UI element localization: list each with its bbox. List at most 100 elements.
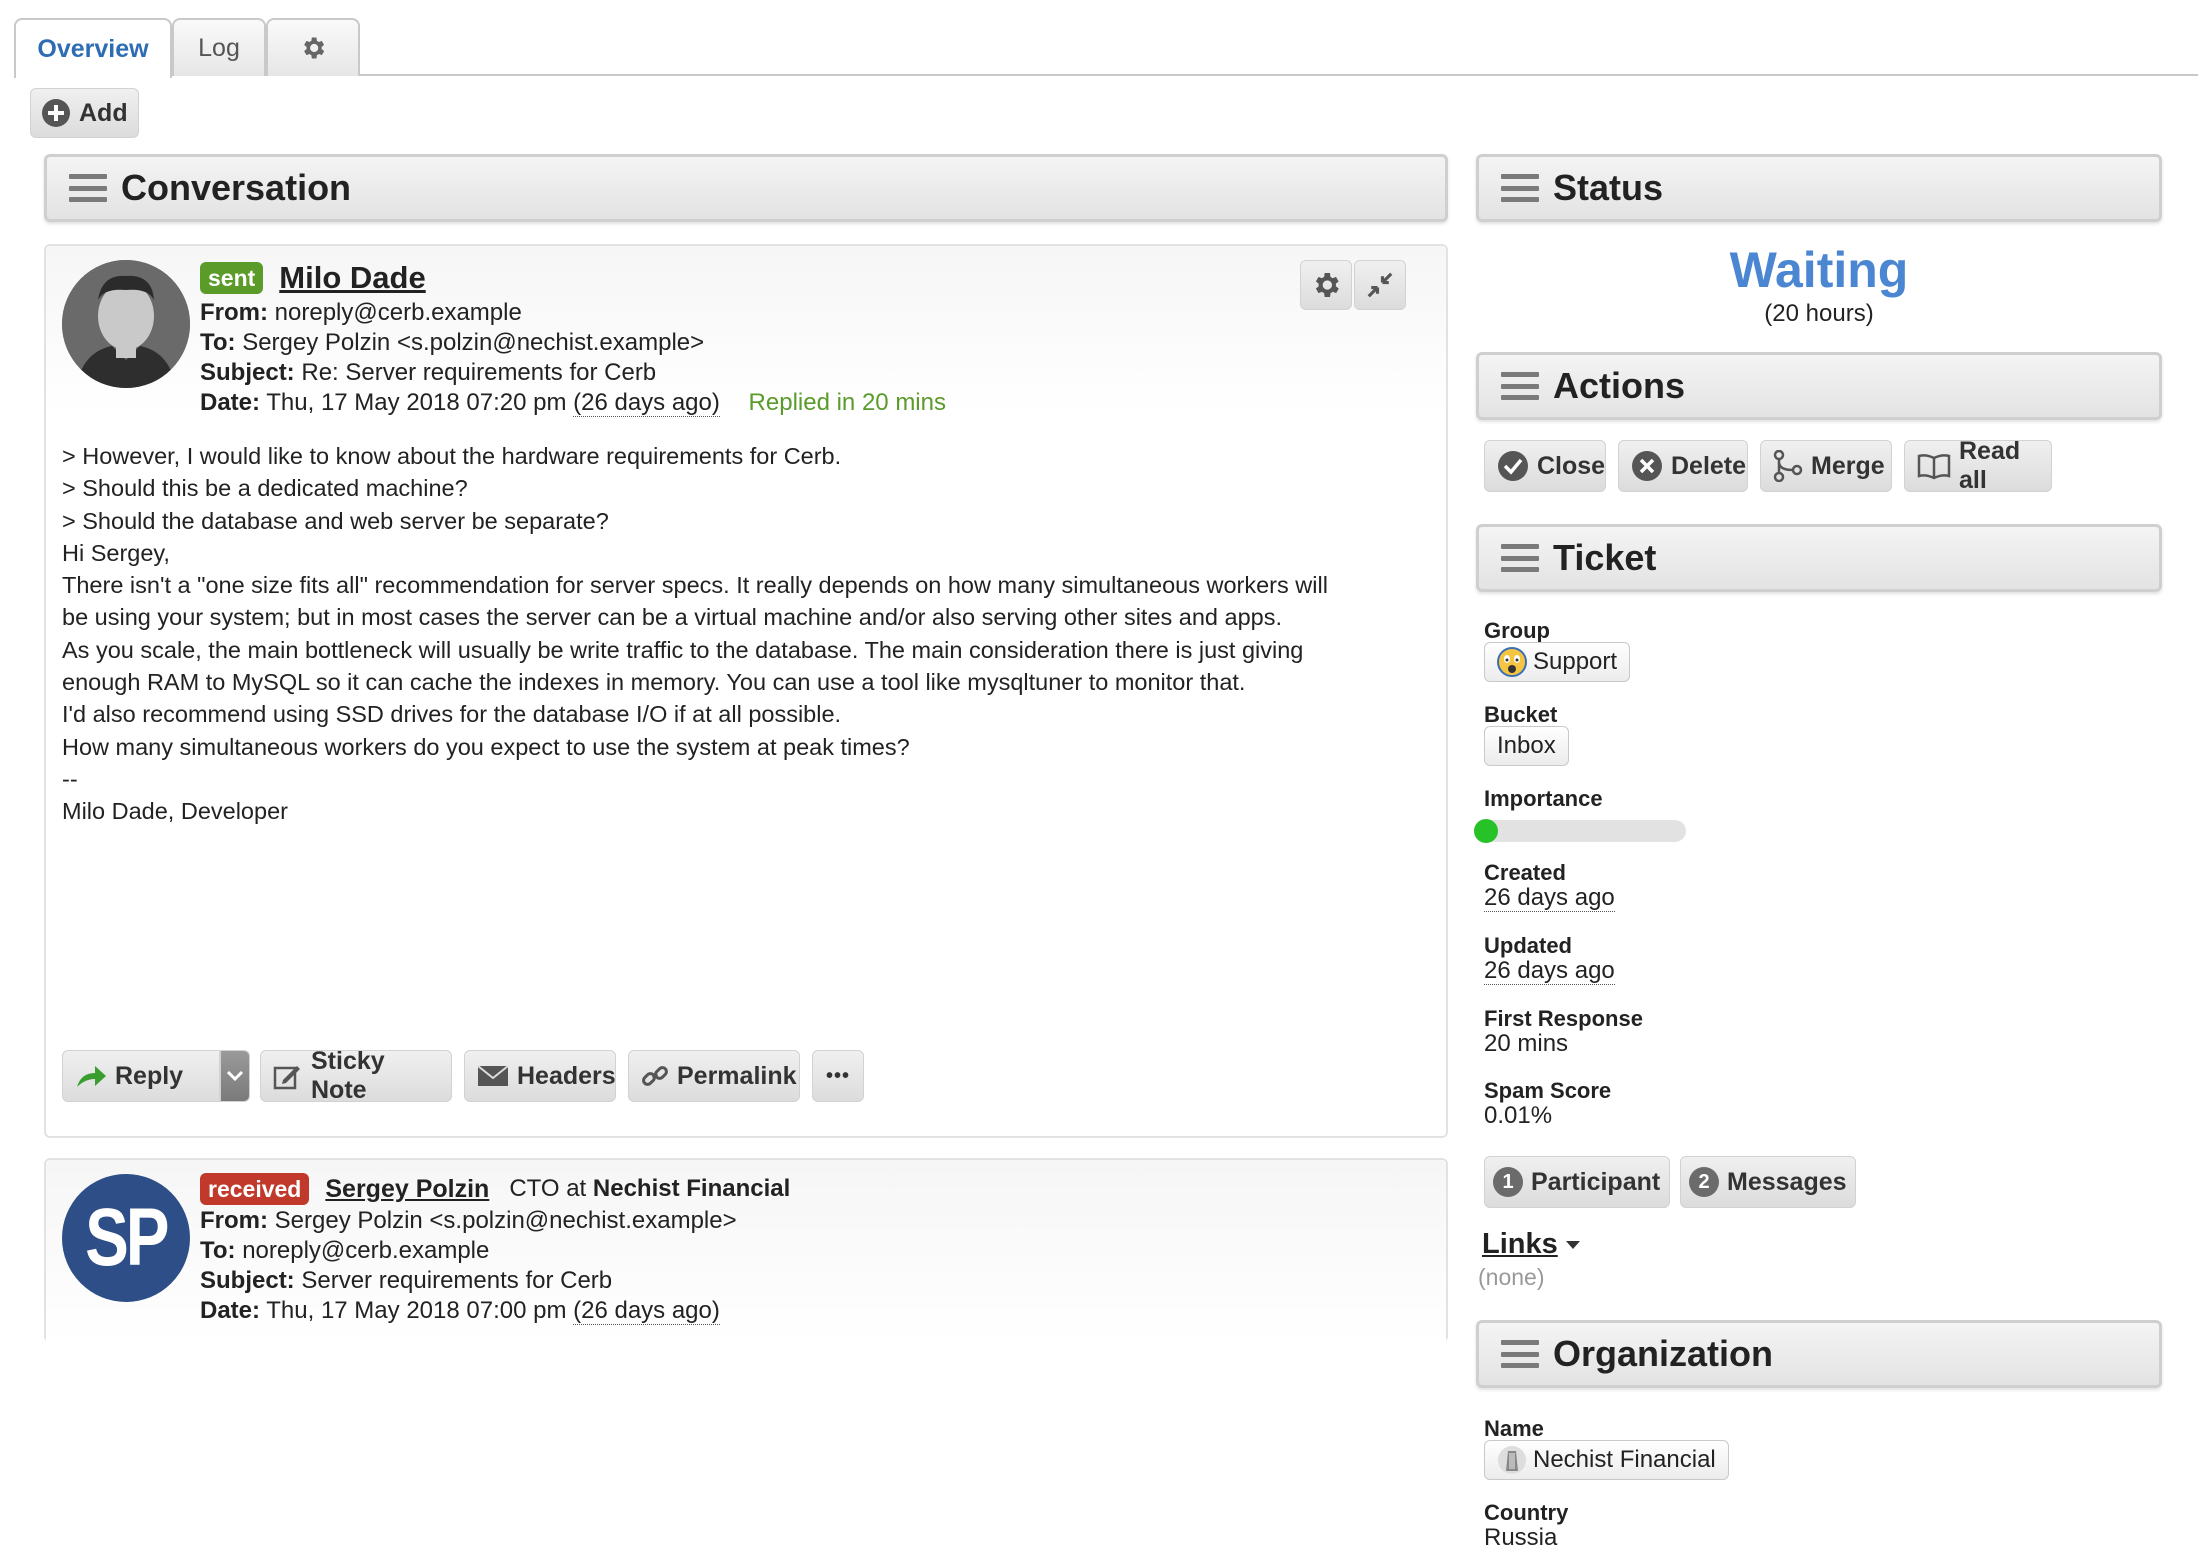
org-name-chip[interactable]: Nechist Financial	[1484, 1440, 1729, 1480]
to-label: To:	[200, 329, 236, 356]
sticky-note-button[interactable]: Sticky Note	[260, 1047, 452, 1104]
status-title: Status	[1553, 167, 1664, 208]
close-label: Close	[1537, 451, 1606, 480]
tab-log[interactable]: Log	[172, 18, 266, 76]
body-line: Milo Dade, Developer	[62, 798, 288, 825]
body-line: > However, I would like to know about th…	[62, 443, 842, 469]
participants-button[interactable]: 1 Participant	[1484, 1156, 1670, 1208]
reply-dropdown-button[interactable]	[220, 1050, 250, 1102]
gear-icon	[304, 37, 325, 59]
organization-title: Organization	[1553, 1333, 1774, 1374]
read-all-button[interactable]: Read all	[1904, 437, 2052, 494]
sender-name-link[interactable]: Sergey Polzin	[325, 1174, 489, 1204]
bucket-chip[interactable]: Inbox	[1484, 726, 1569, 766]
spam-score-value: 0.01%	[1484, 1102, 1553, 1129]
subject-value: Re: Server requirements for Cerb	[301, 359, 657, 386]
messages-label: Messages	[1727, 1167, 1847, 1196]
delete-label: Delete	[1671, 451, 1747, 480]
reply-label: Reply	[115, 1061, 184, 1090]
menu-icon	[1501, 1340, 1539, 1368]
merge-button[interactable]: Merge	[1760, 440, 1892, 492]
add-button[interactable]: Add	[30, 88, 139, 138]
first-response-label: First Response	[1484, 1006, 1643, 1031]
status-section-header[interactable]: Status	[1476, 154, 2162, 222]
message-settings-button[interactable]	[1300, 260, 1352, 310]
updated-label: Updated	[1484, 933, 1572, 958]
add-button-label: Add	[79, 98, 128, 127]
message-body: > However, I would like to know about th…	[62, 440, 1432, 828]
avatar	[62, 260, 190, 388]
group-value: Support	[1533, 648, 1618, 675]
body-line: How many simultaneous workers do you exp…	[62, 733, 910, 760]
importance-bar[interactable]	[1474, 819, 1686, 843]
merge-icon	[1773, 450, 1803, 482]
date-label: Date:	[200, 1297, 261, 1324]
subject-value: Server requirements for Cerb	[301, 1267, 613, 1294]
importance-indicator[interactable]	[1474, 819, 1498, 843]
reply-time: Replied in 20 mins	[748, 389, 946, 416]
bucket-label: Bucket	[1484, 702, 1558, 727]
menu-icon	[1501, 174, 1539, 202]
date-relative: (26 days ago)	[573, 389, 720, 417]
from-value: noreply@cerb.example	[274, 299, 522, 326]
participants-count: 1	[1493, 1167, 1523, 1197]
collapse-button[interactable]	[1354, 260, 1406, 310]
ticket-title: Ticket	[1553, 537, 1657, 578]
ticket-section-header[interactable]: Ticket	[1476, 524, 2162, 592]
date-relative: (26 days ago)	[573, 1297, 720, 1325]
avatar-initials: SP	[85, 1192, 169, 1283]
date-value: Thu, 17 May 2018 07:20 pm	[266, 389, 567, 416]
headers-label: Headers	[517, 1061, 616, 1090]
delete-button[interactable]: Delete	[1618, 440, 1748, 492]
messages-count: 2	[1689, 1167, 1719, 1197]
country-label: Country	[1484, 1500, 1569, 1525]
tab-bar: Overview Log	[14, 18, 2198, 78]
from-value: Sergey Polzin <s.polzin@nechist.example>	[274, 1207, 737, 1234]
country-value: Russia	[1484, 1524, 1558, 1551]
headers-button[interactable]: Headers	[464, 1050, 616, 1102]
group-avatar-icon	[1497, 647, 1527, 677]
conversation-section-header[interactable]: Conversation	[44, 154, 1448, 222]
link-icon	[642, 1066, 668, 1086]
body-line: --	[62, 765, 78, 792]
avatar: SP	[62, 1174, 190, 1302]
sender-name-link[interactable]: Milo Dade	[279, 262, 425, 293]
x-circle-icon	[1632, 451, 1662, 481]
date-value: Thu, 17 May 2018 07:00 pm	[266, 1297, 567, 1324]
actions-title: Actions	[1553, 365, 1686, 406]
tab-settings[interactable]	[266, 18, 360, 76]
plus-circle-icon	[42, 99, 70, 127]
organization-section-header[interactable]: Organization	[1476, 1320, 2162, 1388]
body-line: be using your system; but in most cases …	[62, 604, 1283, 631]
status-duration: (20 hours)	[1764, 300, 1874, 327]
date-label: Date:	[200, 389, 261, 416]
messages-button[interactable]: 2 Messages	[1680, 1156, 1856, 1208]
reply-button[interactable]: Reply	[62, 1050, 220, 1102]
links-value: (none)	[1478, 1264, 1545, 1290]
close-button[interactable]: Close	[1484, 440, 1606, 492]
from-label: From:	[200, 1207, 268, 1234]
more-actions-button[interactable]: •••	[812, 1050, 864, 1102]
actions-section-header[interactable]: Actions	[1476, 352, 2162, 420]
links-toggle[interactable]: Links	[1482, 1228, 1582, 1261]
from-label: From:	[200, 299, 268, 326]
chevron-down-icon	[226, 1070, 244, 1082]
spam-score-label: Spam Score	[1484, 1078, 1612, 1103]
permalink-button[interactable]: Permalink	[628, 1050, 800, 1102]
group-chip[interactable]: Support	[1484, 642, 1631, 682]
conversation-title: Conversation	[121, 167, 352, 208]
menu-icon	[1501, 372, 1539, 400]
to-label: To:	[200, 1237, 236, 1264]
subject-label: Subject:	[200, 359, 295, 386]
body-line: > Should this be a dedicated machine?	[62, 475, 468, 502]
permalink-label: Permalink	[677, 1061, 797, 1090]
status-badge: sent	[200, 262, 264, 294]
collapse-icon	[1367, 272, 1393, 298]
bucket-value: Inbox	[1497, 732, 1556, 759]
status-badge: received	[200, 1173, 310, 1205]
sender-org: Nechist Financial	[592, 1175, 791, 1202]
tab-overview[interactable]: Overview	[14, 18, 172, 78]
importance-label: Importance	[1484, 786, 1603, 811]
sticky-note-label: Sticky Note	[311, 1047, 385, 1104]
org-name-label: Name	[1484, 1416, 1544, 1441]
